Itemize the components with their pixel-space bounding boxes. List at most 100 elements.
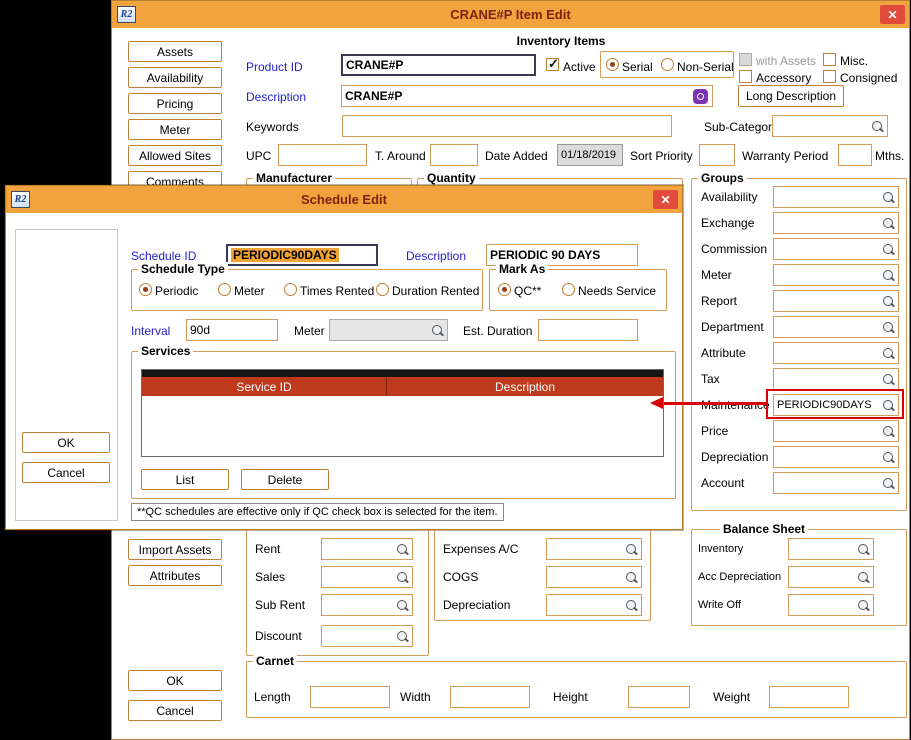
- cancel-button[interactable]: Cancel: [128, 700, 222, 721]
- allowed-sites-button[interactable]: Allowed Sites: [128, 145, 222, 166]
- duration-rented-radio[interactable]: [376, 283, 389, 296]
- close-icon[interactable]: ✕: [880, 5, 905, 24]
- groups-exchange-field[interactable]: [773, 212, 899, 234]
- groups-meter-field[interactable]: [773, 264, 899, 286]
- product-id-field[interactable]: CRANE#P: [341, 54, 536, 76]
- search-icon[interactable]: [882, 191, 895, 204]
- meter-type-radio[interactable]: [218, 283, 231, 296]
- search-icon[interactable]: [625, 543, 638, 556]
- expenses-ac-field[interactable]: [546, 538, 642, 560]
- acc-depreciation-field[interactable]: [788, 566, 874, 588]
- cogs-field[interactable]: [546, 566, 642, 588]
- search-icon[interactable]: [625, 571, 638, 584]
- groups-attribute-field[interactable]: [773, 342, 899, 364]
- active-checkbox[interactable]: [546, 58, 559, 71]
- dialog-cancel-button[interactable]: Cancel: [22, 462, 110, 483]
- description-column-header[interactable]: Description: [387, 377, 663, 396]
- upc-field[interactable]: [278, 144, 367, 166]
- long-description-button[interactable]: Long Description: [738, 85, 844, 107]
- qc-radio[interactable]: [498, 283, 511, 296]
- weight-field[interactable]: [769, 686, 849, 708]
- search-icon[interactable]: [882, 347, 895, 360]
- search-icon[interactable]: [882, 373, 895, 386]
- groups-report-field[interactable]: [773, 290, 899, 312]
- expenses-ac-label: Expenses A/C: [443, 542, 518, 556]
- width-field[interactable]: [450, 686, 530, 708]
- search-icon[interactable]: [882, 295, 895, 308]
- needs-service-radio[interactable]: [562, 283, 575, 296]
- non-serial-radio[interactable]: [661, 58, 674, 71]
- search-icon[interactable]: [882, 217, 895, 230]
- search-icon[interactable]: [857, 599, 870, 612]
- depreciation-account-field[interactable]: [546, 594, 642, 616]
- list-button[interactable]: List: [141, 469, 229, 490]
- search-icon[interactable]: [882, 477, 895, 490]
- search-icon[interactable]: [396, 630, 409, 643]
- close-icon[interactable]: ✕: [653, 190, 678, 209]
- app-icon[interactable]: R2: [117, 6, 136, 23]
- search-icon[interactable]: [625, 599, 638, 612]
- times-rented-radio[interactable]: [284, 283, 297, 296]
- misc-checkbox[interactable]: [823, 53, 836, 66]
- inventory-field[interactable]: [788, 538, 874, 560]
- rent-account-field[interactable]: [321, 538, 413, 560]
- consigned-checkbox[interactable]: [823, 70, 836, 83]
- search-icon[interactable]: [396, 571, 409, 584]
- search-icon[interactable]: [857, 571, 870, 584]
- interval-field[interactable]: 90d: [186, 319, 278, 341]
- meter-button[interactable]: Meter: [128, 119, 222, 140]
- search-icon[interactable]: [396, 599, 409, 612]
- needs-service-label: Needs Service: [578, 284, 656, 298]
- ok-button[interactable]: OK: [128, 670, 222, 691]
- groups-account-field[interactable]: [773, 472, 899, 494]
- groups-tax-field[interactable]: [773, 368, 899, 390]
- groups-commission-field[interactable]: [773, 238, 899, 260]
- duration-rented-label: Duration Rented: [392, 284, 479, 298]
- warranty-period-field[interactable]: [838, 144, 872, 166]
- assets-button[interactable]: Assets: [128, 41, 222, 62]
- schedule-id-field[interactable]: PERIODIC90DAYS: [226, 244, 378, 266]
- pricing-button[interactable]: Pricing: [128, 93, 222, 114]
- periodic-radio[interactable]: [139, 283, 152, 296]
- delete-button[interactable]: Delete: [241, 469, 329, 490]
- sub-rent-account-field[interactable]: [321, 594, 413, 616]
- schedule-edit-titlebar[interactable]: R2 Schedule Edit ✕: [6, 186, 682, 213]
- search-icon[interactable]: [882, 269, 895, 282]
- accessory-label: Accessory: [756, 71, 811, 85]
- sub-category-field[interactable]: [772, 115, 888, 137]
- search-icon[interactable]: [882, 451, 895, 464]
- import-assets-button[interactable]: Import Assets: [128, 539, 222, 560]
- groups-availability-field[interactable]: [773, 186, 899, 208]
- service-id-column-header[interactable]: Service ID: [142, 377, 387, 396]
- groups-depreciation-field[interactable]: [773, 446, 899, 468]
- description-editor-icon[interactable]: [693, 89, 708, 104]
- discount-account-field[interactable]: [321, 625, 413, 647]
- search-icon[interactable]: [396, 543, 409, 556]
- sales-account-field[interactable]: [321, 566, 413, 588]
- accessory-checkbox[interactable]: [739, 70, 752, 83]
- write-off-field[interactable]: [788, 594, 874, 616]
- t-around-field[interactable]: [430, 144, 478, 166]
- item-edit-titlebar[interactable]: R2 CRANE#P Item Edit ✕: [112, 1, 909, 28]
- services-list-body[interactable]: [142, 396, 663, 456]
- search-icon[interactable]: [882, 425, 895, 438]
- sort-priority-field[interactable]: [699, 144, 735, 166]
- serial-radio[interactable]: [606, 58, 619, 71]
- search-icon[interactable]: [882, 243, 895, 256]
- dialog-ok-button[interactable]: OK: [22, 432, 110, 453]
- length-field[interactable]: [310, 686, 390, 708]
- app-icon[interactable]: R2: [11, 191, 30, 208]
- services-list[interactable]: Service ID Description: [141, 369, 664, 457]
- availability-button[interactable]: Availability: [128, 67, 222, 88]
- keywords-field[interactable]: [342, 115, 672, 137]
- search-icon[interactable]: [857, 543, 870, 556]
- height-field[interactable]: [628, 686, 690, 708]
- est-duration-field[interactable]: [538, 319, 638, 341]
- groups-price-field[interactable]: [773, 420, 899, 442]
- search-icon[interactable]: [871, 120, 884, 133]
- meter-type-label: Meter: [234, 284, 265, 298]
- search-icon[interactable]: [882, 321, 895, 334]
- groups-department-field[interactable]: [773, 316, 899, 338]
- attributes-button[interactable]: Attributes: [128, 565, 222, 586]
- description-field[interactable]: CRANE#P: [341, 85, 713, 107]
